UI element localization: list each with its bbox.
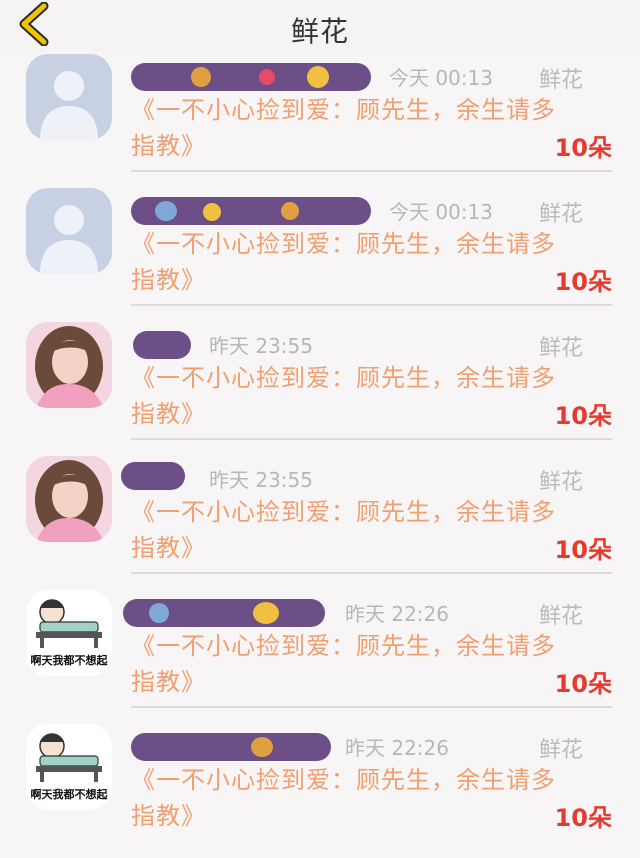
list-item[interactable]: 啊天我都不想起 昨天 22:26 鲜花 《一不小心捡到爱：顾先生，余生请多指教》… (0, 590, 640, 724)
timestamp: 昨天 23:55 (209, 334, 313, 358)
avatar[interactable]: 啊天我都不想起 (26, 724, 112, 810)
redacted-name (133, 331, 191, 359)
divider (131, 706, 612, 708)
divider (131, 304, 612, 306)
timestamp: 昨天 23:55 (209, 468, 313, 492)
redacted-name (131, 63, 371, 91)
timestamp: 昨天 22:26 (345, 736, 449, 760)
flower-list: 今天 00:13 鲜花 《一不小心捡到爱：顾先生，余生请多指教》 10朵 今天 … (0, 54, 640, 858)
avatar[interactable] (26, 456, 112, 542)
gift-type: 鲜花 (538, 604, 583, 629)
avatar[interactable] (26, 322, 112, 408)
gift-count: 10朵 (554, 402, 612, 430)
sender-row: 今天 00:13 鲜花 (131, 60, 611, 94)
gift-type: 鲜花 (538, 336, 583, 361)
avatar[interactable] (26, 54, 112, 140)
avatar-caption: 啊天我都不想起 (30, 788, 108, 801)
gift-type: 鲜花 (538, 202, 583, 227)
list-item[interactable]: 昨天 23:55 鲜花 《一不小心捡到爱：顾先生，余生请多指教》 10朵 (0, 322, 640, 456)
gift-count: 10朵 (554, 134, 612, 162)
default-avatar-icon (26, 188, 112, 274)
avatar-caption: 啊天我都不想起 (30, 654, 108, 667)
message-text: 《一不小心捡到爱：顾先生，余生请多指教》 (131, 632, 556, 696)
redacted-name (131, 197, 371, 225)
sender-row: 今天 00:13 鲜花 (131, 194, 611, 228)
sender-row: 昨天 22:26 鲜花 (131, 730, 611, 764)
message-text: 《一不小心捡到爱：顾先生，余生请多指教》 (131, 230, 556, 294)
default-avatar-icon (26, 54, 112, 140)
message-text: 《一不小心捡到爱：顾先生，余生请多指教》 (131, 766, 556, 830)
timestamp: 今天 00:13 (389, 200, 493, 224)
redacted-name (123, 599, 325, 627)
gift-count: 10朵 (554, 804, 612, 832)
gift-type: 鲜花 (538, 68, 583, 93)
redacted-name (131, 733, 331, 761)
gift-count: 10朵 (554, 268, 612, 296)
list-item[interactable]: 今天 00:13 鲜花 《一不小心捡到爱：顾先生，余生请多指教》 10朵 (0, 188, 640, 322)
list-item[interactable]: 今天 00:13 鲜花 《一不小心捡到爱：顾先生，余生请多指教》 10朵 (0, 54, 640, 188)
redacted-name (121, 462, 185, 490)
timestamp: 今天 00:13 (389, 66, 493, 90)
message-text: 《一不小心捡到爱：顾先生，余生请多指教》 (131, 498, 556, 562)
timestamp: 昨天 22:26 (345, 602, 449, 626)
message-text: 《一不小心捡到爱：顾先生，余生请多指教》 (131, 364, 556, 428)
avatar[interactable] (26, 188, 112, 274)
sender-row: 昨天 22:26 鲜花 (123, 596, 611, 630)
divider (131, 170, 612, 172)
gift-count: 10朵 (554, 670, 612, 698)
photo-avatar-icon (26, 456, 112, 542)
page-title: 鲜花 (290, 15, 349, 48)
message-text: 《一不小心捡到爱：顾先生，余生请多指教》 (131, 96, 556, 160)
photo-avatar-icon (26, 322, 112, 408)
sender-row: 昨天 23:55 鲜花 (131, 328, 611, 362)
list-item[interactable]: 昨天 23:55 鲜花 《一不小心捡到爱：顾先生，余生请多指教》 10朵 (0, 456, 640, 590)
header: 鲜花 (0, 0, 640, 52)
gift-type: 鲜花 (538, 470, 583, 495)
divider (131, 572, 612, 574)
gift-type: 鲜花 (538, 738, 583, 763)
sender-row: 昨天 23:55 鲜花 (121, 462, 611, 496)
avatar[interactable]: 啊天我都不想起 (26, 590, 112, 676)
gift-count: 10朵 (554, 536, 612, 564)
divider (131, 438, 612, 440)
list-item[interactable]: 啊天我都不想起 昨天 22:26 鲜花 《一不小心捡到爱：顾先生，余生请多指教》… (0, 724, 640, 858)
